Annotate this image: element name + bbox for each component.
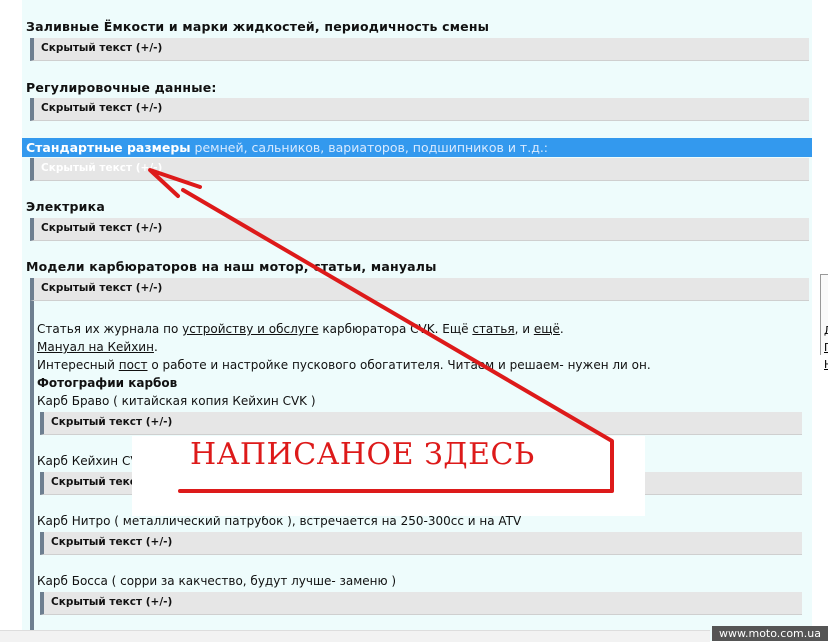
spoiler-toggle-carb4[interactable]: Скрытый текст (+/-) bbox=[40, 592, 802, 615]
left-margin bbox=[0, 0, 22, 641]
adjust-heading: Регулировочные данные: bbox=[26, 80, 217, 95]
link-more[interactable]: ещё bbox=[534, 322, 560, 336]
text-fragment: , и bbox=[514, 322, 534, 336]
spoiler-label: Скрытый текст (+/-) bbox=[51, 416, 173, 428]
carb-keihin-caption: Карб Кейхин CV bbox=[37, 454, 139, 468]
capacities-heading: Заливные Ёмкости и марки жидкостей, пери… bbox=[26, 19, 490, 34]
spoiler-toggle-carb1[interactable]: Скрытый текст (+/-) bbox=[40, 412, 802, 435]
sidebar-links: Д П Н bbox=[824, 322, 828, 373]
spoiler-label: Скрытый текст (+/-) bbox=[51, 536, 173, 548]
spoiler-toggle-sizes[interactable]: Скрытый текст (+/-) bbox=[30, 158, 809, 181]
carb-bravo-caption: Карб Браво ( китайская копия Кейхин CVK … bbox=[37, 394, 316, 408]
horizontal-scrollbar[interactable] bbox=[0, 630, 710, 642]
spoiler-toggle-carb3[interactable]: Скрытый текст (+/-) bbox=[40, 532, 802, 555]
text-fragment: Интересный bbox=[37, 358, 119, 372]
site-watermark: www.moto.com.ua bbox=[712, 626, 828, 641]
annotation-text: НАПИСАНОЕ ЗДЕСЬ bbox=[190, 437, 535, 472]
sidebar-link[interactable]: Д bbox=[824, 322, 828, 339]
article-line: Статья их журнала по устройству и обслуг… bbox=[37, 322, 564, 336]
text-fragment: о работе и настройке пускового обогатите… bbox=[147, 358, 651, 372]
sizes-heading-bold: Стандартные размеры bbox=[26, 140, 191, 155]
spoiler-toggle-adjust[interactable]: Скрытый текст (+/-) bbox=[30, 98, 809, 121]
sizes-heading-rest: ремней, сальников, вариаторов, подшипник… bbox=[190, 140, 549, 155]
electrics-heading: Электрика bbox=[26, 199, 105, 214]
text-fragment: . bbox=[559, 322, 564, 336]
text-fragment: . bbox=[153, 340, 158, 354]
text-fragment: карбюратора CVK. Ещё bbox=[318, 322, 473, 336]
text-fragment: Статья их журнала по bbox=[37, 322, 183, 336]
link-post[interactable]: пост bbox=[119, 358, 148, 372]
spoiler-label: Скрытый текст (+/-) bbox=[41, 42, 163, 54]
sizes-heading: Стандартные размеры ремней, сальников, в… bbox=[26, 140, 548, 155]
link-keihin-manual[interactable]: Мануал на Кейхин bbox=[37, 340, 154, 354]
link-article[interactable]: статья bbox=[472, 322, 514, 336]
spoiler-label: Скрытый текст (+/-) bbox=[51, 596, 173, 608]
sidebar-link[interactable]: Н bbox=[824, 356, 828, 373]
spoiler-label: Скрытый текст (+/-) bbox=[41, 222, 163, 234]
spoiler-label: Скрытый текст (+/-) bbox=[41, 282, 163, 294]
photos-heading: Фотографии карбов bbox=[37, 376, 178, 390]
carb-nitro-caption: Карб Нитро ( металлический патрубок ), в… bbox=[37, 514, 522, 528]
manual-line: Мануал на Кейхин. bbox=[37, 340, 158, 354]
spoiler-toggle-electrics[interactable]: Скрытый текст (+/-) bbox=[30, 218, 809, 241]
link-device-service[interactable]: устройству и обслуге bbox=[182, 322, 318, 336]
post-line: Интересный пост о работе и настройке пус… bbox=[37, 358, 651, 372]
spoiler-toggle-capacities[interactable]: Скрытый текст (+/-) bbox=[30, 38, 809, 61]
spoiler-label: Скрытый текст (+/-) bbox=[41, 102, 163, 114]
spoiler-toggle-carbs[interactable]: Скрытый текст (+/-) bbox=[30, 278, 809, 301]
spoiler-open-bar bbox=[30, 278, 34, 641]
carb-boss-caption: Карб Босса ( сорри за какчество, будут л… bbox=[37, 574, 397, 588]
carb-heading: Модели карбюраторов на наш мотор, статьи… bbox=[26, 259, 437, 274]
sidebar-link[interactable]: П bbox=[824, 339, 828, 356]
